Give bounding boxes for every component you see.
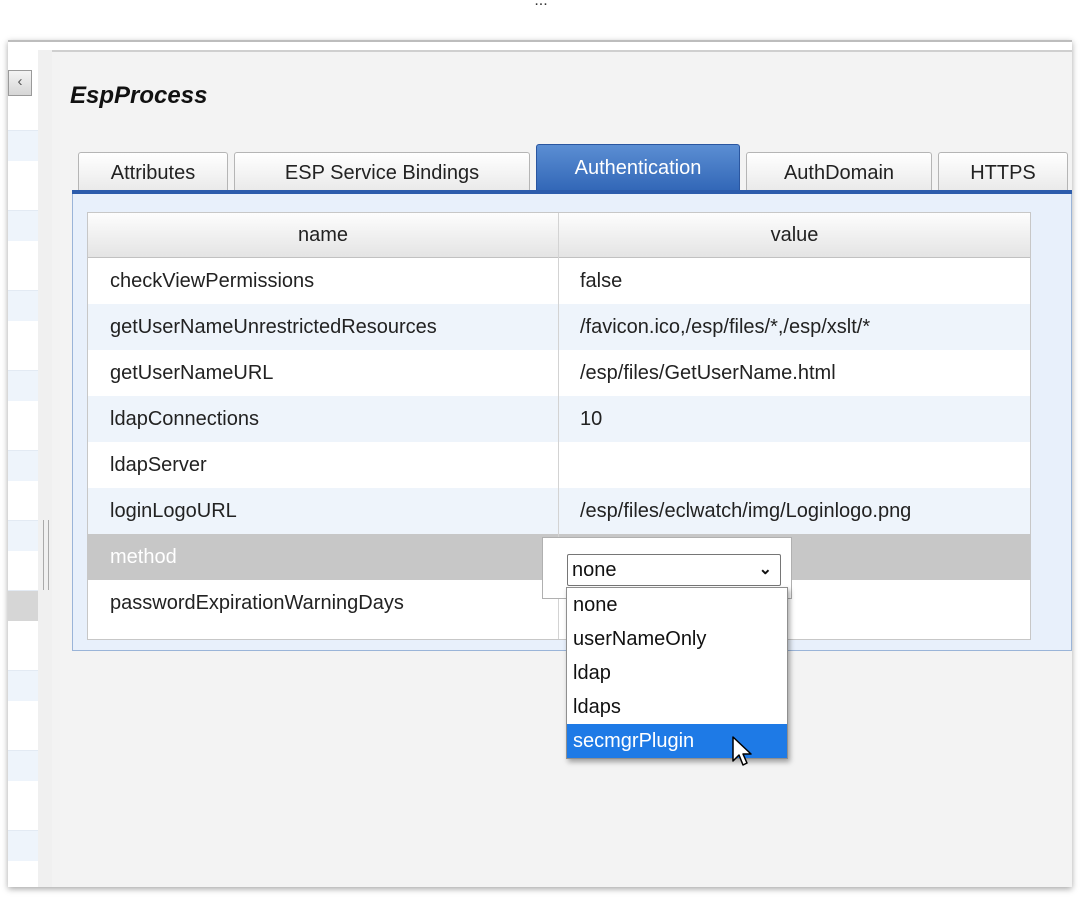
splitter-grip: [43, 520, 49, 590]
row-name: getUserNameUnrestrictedResources: [110, 316, 437, 338]
row-value[interactable]: false: [580, 258, 1020, 304]
row-value[interactable]: /esp/files/GetUserName.html: [580, 350, 1020, 396]
method-select-value: none: [572, 559, 617, 581]
row-value[interactable]: /favicon.ico,/esp/files/*,/esp/xslt/*: [580, 304, 1020, 350]
collapse-pane-button[interactable]: ‹: [8, 70, 32, 96]
grid-header: name value: [88, 213, 1030, 258]
table-row[interactable]: getUserNameURL /esp/files/GetUserName.ht…: [88, 350, 1030, 396]
table-row[interactable]: getUserNameUnrestrictedResources /favico…: [88, 304, 1030, 350]
option-usernameonly[interactable]: userNameOnly: [567, 622, 787, 656]
option-secmgrplugin[interactable]: secmgrPlugin: [567, 724, 787, 758]
row-name: passwordExpirationWarningDays: [110, 592, 404, 614]
truncated-caption: ...: [534, 0, 548, 9]
tab-attributes[interactable]: Attributes: [78, 152, 228, 192]
row-value[interactable]: [580, 442, 1020, 488]
option-none[interactable]: none: [567, 588, 787, 622]
config-panel: ‹ EspProcess Attributes ESP Service Bind…: [8, 40, 1072, 887]
row-name: checkViewPermissions: [110, 270, 315, 292]
column-header-value[interactable]: value: [559, 213, 1030, 257]
tab-https[interactable]: HTTPS: [938, 152, 1068, 192]
row-value[interactable]: /esp/files/eclwatch/img/Loginlogo.png: [580, 488, 1020, 534]
chevron-down-icon: ⌄: [758, 561, 772, 578]
tab-authentication[interactable]: Authentication: [536, 144, 740, 194]
column-header-name[interactable]: name: [88, 213, 558, 257]
option-ldaps[interactable]: ldaps: [567, 690, 787, 724]
table-row[interactable]: ldapServer: [88, 442, 1030, 488]
row-value[interactable]: 10: [580, 396, 1020, 442]
option-ldap[interactable]: ldap: [567, 656, 787, 690]
mouse-pointer-icon: [732, 736, 752, 766]
row-name: method: [110, 546, 177, 568]
page-title: EspProcess: [70, 82, 208, 109]
method-dropdown-list: none userNameOnly ldap ldaps secmgrPlugi…: [566, 587, 788, 759]
tab-authdomain[interactable]: AuthDomain: [746, 152, 932, 192]
row-name: ldapConnections: [110, 408, 259, 430]
row-name: loginLogoURL: [110, 500, 237, 522]
table-row[interactable]: loginLogoURL /esp/files/eclwatch/img/Log…: [88, 488, 1030, 534]
table-row[interactable]: ldapConnections 10: [88, 396, 1030, 442]
row-name: getUserNameURL: [110, 362, 274, 384]
table-row[interactable]: checkViewPermissions false: [88, 258, 1030, 304]
tab-esp-service-bindings[interactable]: ESP Service Bindings: [234, 152, 530, 192]
main-content: EspProcess Attributes ESP Service Bindin…: [52, 50, 1072, 887]
pane-splitter[interactable]: [38, 50, 53, 887]
row-name: ldapServer: [110, 454, 207, 476]
method-select[interactable]: none ⌄: [567, 554, 781, 586]
left-tree-pane: [8, 50, 39, 887]
